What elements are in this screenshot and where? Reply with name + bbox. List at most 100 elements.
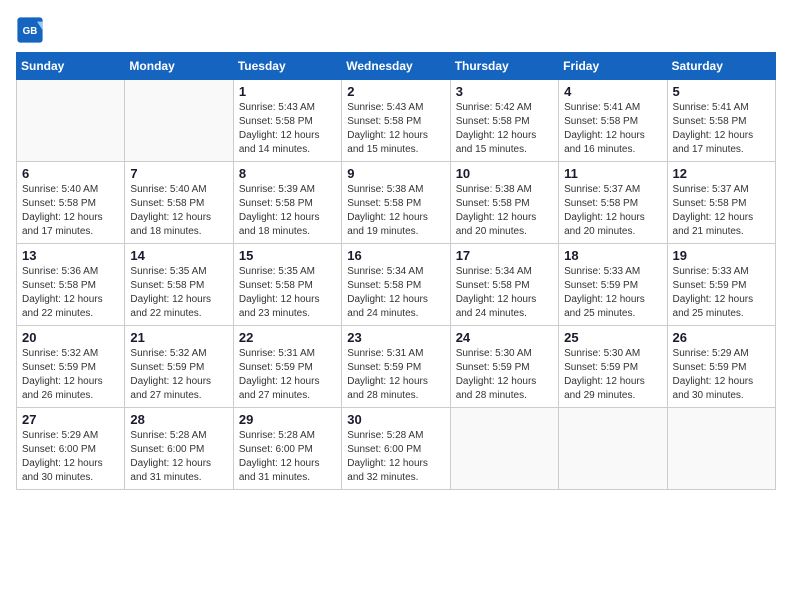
day-number: 20 [22,330,119,345]
logo-icon: GB [16,16,44,44]
day-number: 14 [130,248,227,263]
day-number: 22 [239,330,336,345]
calendar-cell: 11 Sunrise: 5:37 AM Sunset: 5:58 PM Dayli… [559,162,667,244]
calendar-cell [17,80,125,162]
day-info: Sunrise: 5:31 AM Sunset: 5:59 PM Dayligh… [239,347,336,403]
calendar-header: SundayMondayTuesdayWednesdayThursdayFrid… [17,53,776,80]
week-row-1: 1 Sunrise: 5:43 AM Sunset: 5:58 PM Daylig… [17,80,776,162]
calendar-cell: 7 Sunrise: 5:40 AM Sunset: 5:58 PM Daylig… [125,162,233,244]
calendar-cell: 6Sunrise: 5:40 AM Sunset: 5:58 PM Daylig… [17,162,125,244]
day-number: 7 [130,166,227,181]
day-number: 16 [347,248,444,263]
logo: GB [16,16,48,44]
calendar-cell: 21 Sunrise: 5:32 AM Sunset: 5:59 PM Dayli… [125,326,233,408]
day-info: Sunrise: 5:29 AM Sunset: 6:00 PM Dayligh… [22,429,119,485]
day-info: Sunrise: 5:31 AM Sunset: 5:59 PM Dayligh… [347,347,444,403]
week-row-5: 27 Sunrise: 5:29 AM Sunset: 6:00 PM Dayli… [17,408,776,490]
day-number: 1 [239,84,336,99]
day-number: 24 [456,330,553,345]
day-number: 23 [347,330,444,345]
day-info: Sunrise: 5:34 AM Sunset: 5:58 PM Dayligh… [347,265,444,321]
day-info: Sunrise: 5:34 AM Sunset: 5:58 PM Dayligh… [456,265,553,321]
day-number: 2 [347,84,444,99]
day-number: 17 [456,248,553,263]
day-info: Sunrise: 5:28 AM Sunset: 6:00 PM Dayligh… [130,429,227,485]
day-info: Sunrise: 5:40 AM Sunset: 5:58 PM Dayligh… [22,183,119,239]
day-info: Sunrise: 5:40 AM Sunset: 5:58 PM Dayligh… [130,183,227,239]
day-info: Sunrise: 5:33 AM Sunset: 5:59 PM Dayligh… [564,265,661,321]
day-of-week-monday: Monday [125,53,233,80]
day-info: Sunrise: 5:29 AM Sunset: 5:59 PM Dayligh… [673,347,770,403]
day-info: Sunrise: 5:35 AM Sunset: 5:58 PM Dayligh… [239,265,336,321]
calendar-cell: 16 Sunrise: 5:34 AM Sunset: 5:58 PM Dayli… [342,244,450,326]
day-of-week-friday: Friday [559,53,667,80]
days-of-week-row: SundayMondayTuesdayWednesdayThursdayFrid… [17,53,776,80]
day-info: Sunrise: 5:32 AM Sunset: 5:59 PM Dayligh… [22,347,119,403]
calendar-cell: 17 Sunrise: 5:34 AM Sunset: 5:58 PM Dayli… [450,244,558,326]
day-info: Sunrise: 5:37 AM Sunset: 5:58 PM Dayligh… [673,183,770,239]
day-info: Sunrise: 5:36 AM Sunset: 5:58 PM Dayligh… [22,265,119,321]
day-number: 18 [564,248,661,263]
day-number: 25 [564,330,661,345]
calendar-cell: 12 Sunrise: 5:37 AM Sunset: 5:58 PM Dayli… [667,162,775,244]
calendar-body: 1 Sunrise: 5:43 AM Sunset: 5:58 PM Daylig… [17,80,776,490]
calendar-cell: 23 Sunrise: 5:31 AM Sunset: 5:59 PM Dayli… [342,326,450,408]
calendar-cell [667,408,775,490]
day-number: 3 [456,84,553,99]
day-info: Sunrise: 5:41 AM Sunset: 5:58 PM Dayligh… [564,101,661,157]
day-info: Sunrise: 5:43 AM Sunset: 5:58 PM Dayligh… [239,101,336,157]
calendar-cell: 28 Sunrise: 5:28 AM Sunset: 6:00 PM Dayli… [125,408,233,490]
calendar-cell: 19Sunrise: 5:33 AM Sunset: 5:59 PM Dayli… [667,244,775,326]
calendar-cell [125,80,233,162]
day-info: Sunrise: 5:30 AM Sunset: 5:59 PM Dayligh… [456,347,553,403]
day-info: Sunrise: 5:42 AM Sunset: 5:58 PM Dayligh… [456,101,553,157]
day-info: Sunrise: 5:38 AM Sunset: 5:58 PM Dayligh… [347,183,444,239]
day-number: 19 [673,248,770,263]
svg-text:GB: GB [23,26,38,37]
day-info: Sunrise: 5:39 AM Sunset: 5:58 PM Dayligh… [239,183,336,239]
day-of-week-thursday: Thursday [450,53,558,80]
calendar-cell: 1 Sunrise: 5:43 AM Sunset: 5:58 PM Daylig… [233,80,341,162]
day-number: 9 [347,166,444,181]
calendar-cell: 14 Sunrise: 5:35 AM Sunset: 5:58 PM Dayli… [125,244,233,326]
day-number: 28 [130,412,227,427]
day-info: Sunrise: 5:32 AM Sunset: 5:59 PM Dayligh… [130,347,227,403]
calendar-cell: 2 Sunrise: 5:43 AM Sunset: 5:58 PM Daylig… [342,80,450,162]
day-number: 15 [239,248,336,263]
calendar-cell: 13 Sunrise: 5:36 AM Sunset: 5:58 PM Dayli… [17,244,125,326]
calendar-cell: 18 Sunrise: 5:33 AM Sunset: 5:59 PM Dayli… [559,244,667,326]
day-info: Sunrise: 5:35 AM Sunset: 5:58 PM Dayligh… [130,265,227,321]
day-of-week-sunday: Sunday [17,53,125,80]
calendar-cell: 27 Sunrise: 5:29 AM Sunset: 6:00 PM Dayli… [17,408,125,490]
day-of-week-saturday: Saturday [667,53,775,80]
week-row-3: 13 Sunrise: 5:36 AM Sunset: 5:58 PM Dayli… [17,244,776,326]
day-number: 13 [22,248,119,263]
calendar-cell: 26 Sunrise: 5:29 AM Sunset: 5:59 PM Dayli… [667,326,775,408]
day-of-week-tuesday: Tuesday [233,53,341,80]
day-info: Sunrise: 5:28 AM Sunset: 6:00 PM Dayligh… [239,429,336,485]
day-info: Sunrise: 5:30 AM Sunset: 5:59 PM Dayligh… [564,347,661,403]
day-number: 10 [456,166,553,181]
calendar-cell: 15 Sunrise: 5:35 AM Sunset: 5:58 PM Dayli… [233,244,341,326]
calendar-cell: 9 Sunrise: 5:38 AM Sunset: 5:58 PM Daylig… [342,162,450,244]
calendar-cell: 25 Sunrise: 5:30 AM Sunset: 5:59 PM Dayli… [559,326,667,408]
calendar-cell: 10 Sunrise: 5:38 AM Sunset: 5:58 PM Dayli… [450,162,558,244]
day-number: 5 [673,84,770,99]
day-number: 21 [130,330,227,345]
day-of-week-wednesday: Wednesday [342,53,450,80]
day-info: Sunrise: 5:38 AM Sunset: 5:58 PM Dayligh… [456,183,553,239]
day-number: 29 [239,412,336,427]
calendar-cell: 30Sunrise: 5:28 AM Sunset: 6:00 PM Dayli… [342,408,450,490]
day-number: 12 [673,166,770,181]
calendar: SundayMondayTuesdayWednesdayThursdayFrid… [16,52,776,490]
day-number: 11 [564,166,661,181]
week-row-4: 20 Sunrise: 5:32 AM Sunset: 5:59 PM Dayli… [17,326,776,408]
day-info: Sunrise: 5:43 AM Sunset: 5:58 PM Dayligh… [347,101,444,157]
day-number: 26 [673,330,770,345]
day-number: 27 [22,412,119,427]
day-info: Sunrise: 5:37 AM Sunset: 5:58 PM Dayligh… [564,183,661,239]
calendar-cell: 4Sunrise: 5:41 AM Sunset: 5:58 PM Daylig… [559,80,667,162]
calendar-cell: 8Sunrise: 5:39 AM Sunset: 5:58 PM Daylig… [233,162,341,244]
day-info: Sunrise: 5:28 AM Sunset: 6:00 PM Dayligh… [347,429,444,485]
page-header: GB [16,16,776,44]
